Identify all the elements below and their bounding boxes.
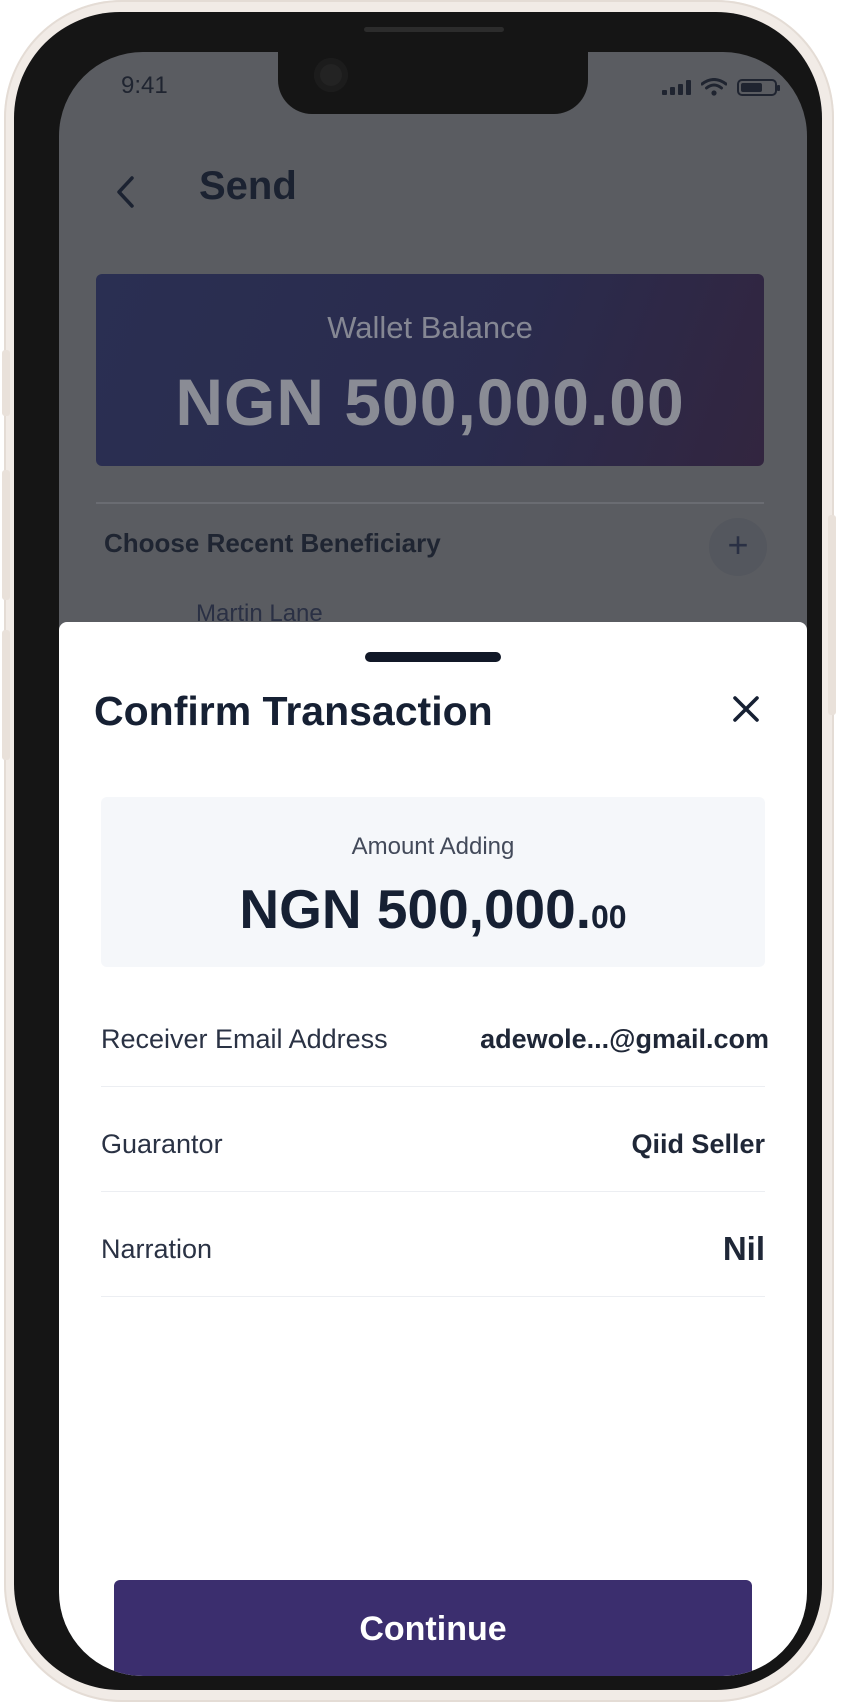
back-arrow-icon[interactable] (107, 172, 147, 212)
sheet-title: Confirm Transaction (94, 688, 493, 734)
power-button (828, 515, 836, 715)
amount-cents: 00 (591, 899, 627, 935)
phone-screen: 9:41 Send Wallet Balance NGN 500,000.00 … (59, 52, 807, 1676)
status-time: 9:41 (121, 72, 168, 99)
divider (96, 502, 764, 504)
amount-summary: Amount Adding NGN 500,000.00 (101, 797, 765, 967)
detail-label: Guarantor (101, 1129, 223, 1159)
recent-beneficiary-label: Choose Recent Beneficiary (104, 528, 441, 558)
wifi-icon (701, 78, 727, 96)
detail-label: Narration (101, 1234, 213, 1264)
signal-icon (662, 79, 691, 95)
detail-label: Receiver Email Address (101, 1024, 388, 1054)
volume-down-button (2, 630, 10, 760)
phone-bezel: 9:41 Send Wallet Balance NGN 500,000.00 … (14, 12, 822, 1690)
volume-up-button (2, 470, 10, 600)
detail-value: adewole...@gmail.com (480, 1024, 769, 1054)
continue-button[interactable]: Continue (114, 1580, 752, 1676)
battery-icon (737, 78, 780, 96)
mute-switch (2, 350, 10, 416)
speaker-grille (364, 27, 504, 32)
notch (278, 52, 588, 114)
add-beneficiary-button[interactable]: + (709, 518, 767, 576)
amount-value: NGN 500,000.00 (101, 877, 765, 941)
amount-main: NGN 500,000. (239, 878, 591, 940)
sheet-drag-handle[interactable] (365, 652, 501, 662)
wallet-balance-amount: NGN 500,000.00 (175, 365, 685, 439)
detail-row-receiver-email: Receiver Email Address adewole...@gmail.… (101, 982, 769, 1087)
status-icons (662, 78, 780, 96)
camera-icon (314, 58, 348, 92)
detail-row-guarantor: Guarantor Qiid Seller (101, 1087, 765, 1192)
close-icon[interactable] (731, 694, 761, 724)
wallet-balance-label: Wallet Balance (327, 310, 533, 345)
amount-label: Amount Adding (351, 833, 515, 860)
page-title: Send (199, 164, 297, 208)
wallet-balance-card: Wallet Balance NGN 500,000.00 (96, 274, 764, 466)
detail-row-narration: Narration Nil (101, 1192, 765, 1297)
confirm-transaction-sheet: Confirm Transaction Amount Adding NGN 50… (59, 622, 807, 1676)
detail-value: Qiid Seller (631, 1129, 765, 1159)
detail-value: Nil (722, 1230, 765, 1267)
